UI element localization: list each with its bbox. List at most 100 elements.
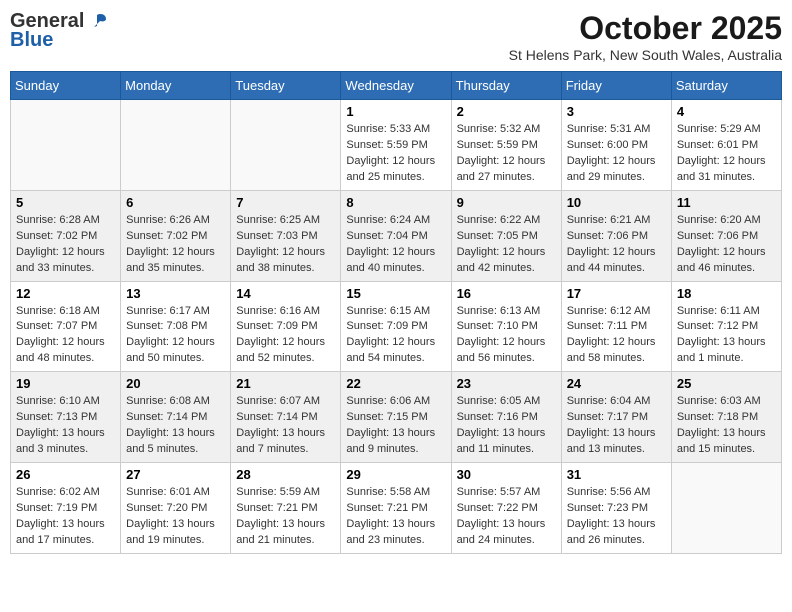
logo-bird-icon — [86, 11, 108, 33]
day-number: 6 — [126, 195, 225, 210]
day-info: Sunrise: 6:06 AM Sunset: 7:15 PM Dayligh… — [346, 394, 445, 458]
calendar-day-cell: 19 Sunrise: 6:10 AM Sunset: 7:13 PM Dayli… — [11, 372, 121, 463]
calendar-week-row: 1 Sunrise: 5:33 AM Sunset: 5:59 PM Daylig… — [11, 100, 782, 191]
day-number: 20 — [126, 376, 225, 391]
day-info: Sunrise: 6:13 AM Sunset: 7:10 PM Dayligh… — [457, 304, 556, 368]
day-number: 7 — [236, 195, 335, 210]
calendar-day-cell: 25 Sunrise: 6:03 AM Sunset: 7:18 PM Dayli… — [671, 372, 781, 463]
day-number: 9 — [457, 195, 556, 210]
calendar-day-cell: 9 Sunrise: 6:22 AM Sunset: 7:05 PM Daylig… — [451, 190, 561, 281]
day-number: 3 — [567, 104, 666, 119]
calendar-day-cell: 4 Sunrise: 5:29 AM Sunset: 6:01 PM Daylig… — [671, 100, 781, 191]
calendar-day-cell — [671, 463, 781, 554]
calendar-day-cell: 24 Sunrise: 6:04 AM Sunset: 7:17 PM Dayli… — [561, 372, 671, 463]
calendar-day-header: Wednesday — [341, 72, 451, 100]
day-info: Sunrise: 6:04 AM Sunset: 7:17 PM Dayligh… — [567, 394, 666, 458]
calendar-day-cell: 12 Sunrise: 6:18 AM Sunset: 7:07 PM Dayli… — [11, 281, 121, 372]
calendar-day-cell: 7 Sunrise: 6:25 AM Sunset: 7:03 PM Daylig… — [231, 190, 341, 281]
day-number: 8 — [346, 195, 445, 210]
day-number: 10 — [567, 195, 666, 210]
day-info: Sunrise: 6:01 AM Sunset: 7:20 PM Dayligh… — [126, 485, 225, 549]
day-number: 26 — [16, 467, 115, 482]
day-number: 19 — [16, 376, 115, 391]
calendar-header-row: SundayMondayTuesdayWednesdayThursdayFrid… — [11, 72, 782, 100]
day-info: Sunrise: 6:05 AM Sunset: 7:16 PM Dayligh… — [457, 394, 556, 458]
day-number: 29 — [346, 467, 445, 482]
day-info: Sunrise: 6:24 AM Sunset: 7:04 PM Dayligh… — [346, 213, 445, 277]
day-info: Sunrise: 6:21 AM Sunset: 7:06 PM Dayligh… — [567, 213, 666, 277]
calendar-day-header: Friday — [561, 72, 671, 100]
logo: General Blue — [10, 10, 108, 52]
calendar-day-cell — [121, 100, 231, 191]
calendar-day-cell — [231, 100, 341, 191]
day-number: 1 — [346, 104, 445, 119]
day-number: 31 — [567, 467, 666, 482]
calendar-week-row: 26Sunrise: 6:02 AM Sunset: 7:19 PM Dayli… — [11, 463, 782, 554]
month-title: October 2025 — [509, 10, 782, 47]
calendar-day-cell: 27Sunrise: 6:01 AM Sunset: 7:20 PM Dayli… — [121, 463, 231, 554]
calendar-day-cell: 21Sunrise: 6:07 AM Sunset: 7:14 PM Dayli… — [231, 372, 341, 463]
day-number: 25 — [677, 376, 776, 391]
calendar-day-cell: 3 Sunrise: 5:31 AM Sunset: 6:00 PM Daylig… — [561, 100, 671, 191]
day-info: Sunrise: 6:20 AM Sunset: 7:06 PM Dayligh… — [677, 213, 776, 277]
calendar-day-cell: 17Sunrise: 6:12 AM Sunset: 7:11 PM Dayli… — [561, 281, 671, 372]
page-header: General Blue October 2025 St Helens Park… — [10, 10, 782, 63]
calendar-week-row: 12 Sunrise: 6:18 AM Sunset: 7:07 PM Dayli… — [11, 281, 782, 372]
calendar-day-cell: 28Sunrise: 5:59 AM Sunset: 7:21 PM Dayli… — [231, 463, 341, 554]
day-number: 14 — [236, 286, 335, 301]
calendar-day-cell: 8 Sunrise: 6:24 AM Sunset: 7:04 PM Daylig… — [341, 190, 451, 281]
day-info: Sunrise: 6:10 AM Sunset: 7:13 PM Dayligh… — [16, 394, 115, 458]
calendar-day-header: Sunday — [11, 72, 121, 100]
calendar-day-cell: 14Sunrise: 6:16 AM Sunset: 7:09 PM Dayli… — [231, 281, 341, 372]
day-info: Sunrise: 6:26 AM Sunset: 7:02 PM Dayligh… — [126, 213, 225, 277]
day-info: Sunrise: 5:59 AM Sunset: 7:21 PM Dayligh… — [236, 485, 335, 549]
calendar-day-cell: 16 Sunrise: 6:13 AM Sunset: 7:10 PM Dayli… — [451, 281, 561, 372]
location: St Helens Park, New South Wales, Austral… — [509, 47, 782, 63]
calendar-day-cell: 22 Sunrise: 6:06 AM Sunset: 7:15 PM Dayli… — [341, 372, 451, 463]
calendar-day-cell: 26Sunrise: 6:02 AM Sunset: 7:19 PM Dayli… — [11, 463, 121, 554]
calendar-day-header: Thursday — [451, 72, 561, 100]
day-info: Sunrise: 6:08 AM Sunset: 7:14 PM Dayligh… — [126, 394, 225, 458]
calendar-week-row: 5 Sunrise: 6:28 AM Sunset: 7:02 PM Daylig… — [11, 190, 782, 281]
day-info: Sunrise: 6:22 AM Sunset: 7:05 PM Dayligh… — [457, 213, 556, 277]
calendar-day-cell: 20 Sunrise: 6:08 AM Sunset: 7:14 PM Dayli… — [121, 372, 231, 463]
day-info: Sunrise: 6:03 AM Sunset: 7:18 PM Dayligh… — [677, 394, 776, 458]
calendar-day-cell: 23 Sunrise: 6:05 AM Sunset: 7:16 PM Dayli… — [451, 372, 561, 463]
calendar-week-row: 19 Sunrise: 6:10 AM Sunset: 7:13 PM Dayli… — [11, 372, 782, 463]
calendar-day-cell: 10 Sunrise: 6:21 AM Sunset: 7:06 PM Dayli… — [561, 190, 671, 281]
day-number: 12 — [16, 286, 115, 301]
day-info: Sunrise: 5:31 AM Sunset: 6:00 PM Dayligh… — [567, 122, 666, 186]
day-info: Sunrise: 6:12 AM Sunset: 7:11 PM Dayligh… — [567, 304, 666, 368]
title-section: October 2025 St Helens Park, New South W… — [509, 10, 782, 63]
day-info: Sunrise: 6:18 AM Sunset: 7:07 PM Dayligh… — [16, 304, 115, 368]
calendar-day-cell: 5 Sunrise: 6:28 AM Sunset: 7:02 PM Daylig… — [11, 190, 121, 281]
calendar-day-cell: 13Sunrise: 6:17 AM Sunset: 7:08 PM Dayli… — [121, 281, 231, 372]
logo-blue: Blue — [10, 29, 53, 52]
calendar-day-header: Saturday — [671, 72, 781, 100]
day-number: 22 — [346, 376, 445, 391]
calendar-day-cell: 18Sunrise: 6:11 AM Sunset: 7:12 PM Dayli… — [671, 281, 781, 372]
day-number: 2 — [457, 104, 556, 119]
day-info: Sunrise: 6:17 AM Sunset: 7:08 PM Dayligh… — [126, 304, 225, 368]
calendar-table: SundayMondayTuesdayWednesdayThursdayFrid… — [10, 71, 782, 554]
day-number: 16 — [457, 286, 556, 301]
day-number: 4 — [677, 104, 776, 119]
day-info: Sunrise: 5:29 AM Sunset: 6:01 PM Dayligh… — [677, 122, 776, 186]
day-info: Sunrise: 6:28 AM Sunset: 7:02 PM Dayligh… — [16, 213, 115, 277]
calendar-day-cell: 6 Sunrise: 6:26 AM Sunset: 7:02 PM Daylig… — [121, 190, 231, 281]
calendar-day-cell: 30Sunrise: 5:57 AM Sunset: 7:22 PM Dayli… — [451, 463, 561, 554]
day-info: Sunrise: 6:25 AM Sunset: 7:03 PM Dayligh… — [236, 213, 335, 277]
calendar-day-cell — [11, 100, 121, 191]
day-number: 15 — [346, 286, 445, 301]
day-info: Sunrise: 5:58 AM Sunset: 7:21 PM Dayligh… — [346, 485, 445, 549]
calendar-day-cell: 15Sunrise: 6:15 AM Sunset: 7:09 PM Dayli… — [341, 281, 451, 372]
day-number: 24 — [567, 376, 666, 391]
calendar-day-cell: 2 Sunrise: 5:32 AM Sunset: 5:59 PM Daylig… — [451, 100, 561, 191]
calendar-body: 1 Sunrise: 5:33 AM Sunset: 5:59 PM Daylig… — [11, 100, 782, 554]
day-info: Sunrise: 5:33 AM Sunset: 5:59 PM Dayligh… — [346, 122, 445, 186]
day-info: Sunrise: 5:32 AM Sunset: 5:59 PM Dayligh… — [457, 122, 556, 186]
day-info: Sunrise: 6:07 AM Sunset: 7:14 PM Dayligh… — [236, 394, 335, 458]
calendar-day-cell: 31Sunrise: 5:56 AM Sunset: 7:23 PM Dayli… — [561, 463, 671, 554]
day-number: 23 — [457, 376, 556, 391]
day-number: 5 — [16, 195, 115, 210]
